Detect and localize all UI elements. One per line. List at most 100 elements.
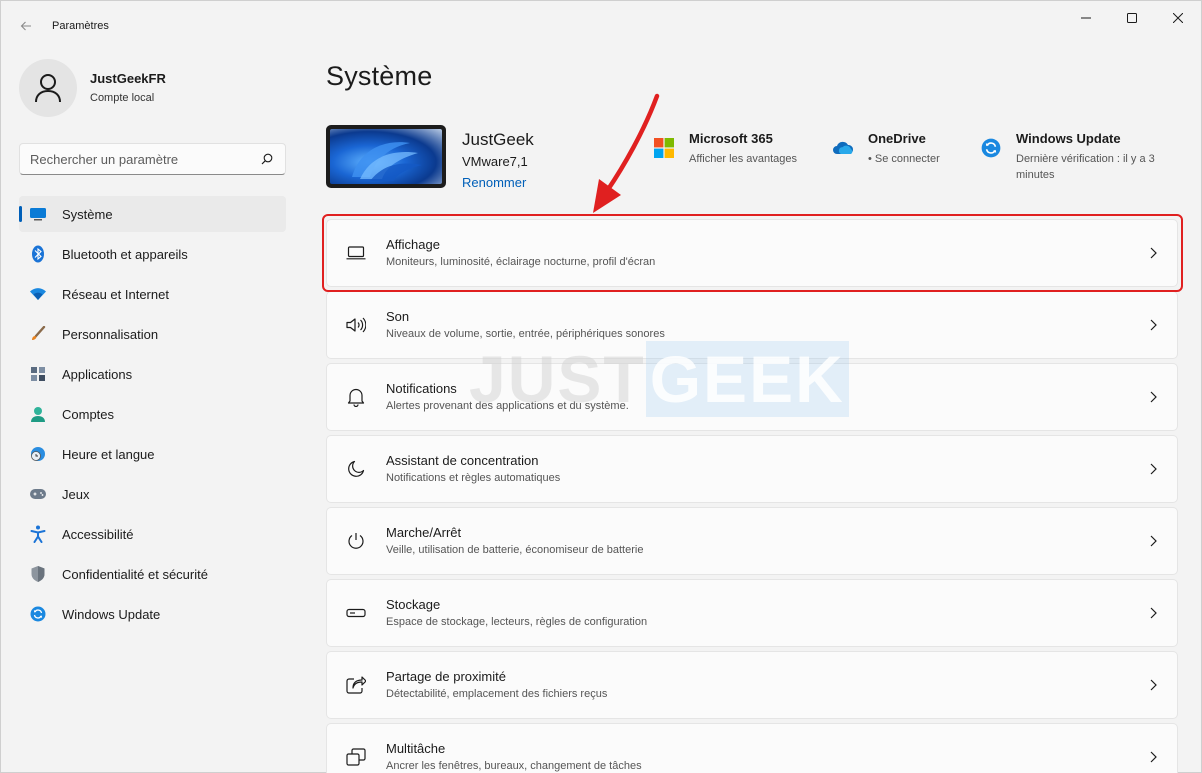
- settings-window: Paramètres JustGeekFR Compte local Reche…: [0, 0, 1202, 773]
- user-profile[interactable]: JustGeekFR Compte local: [19, 59, 166, 117]
- card-title: Partage de proximité: [386, 669, 506, 684]
- profile-name: JustGeekFR: [90, 71, 166, 86]
- card-subtitle: Notifications et règles automatiques: [386, 472, 561, 484]
- speaker-icon: [345, 314, 367, 336]
- sidebar-item-label: Confidentialité et sécurité: [62, 566, 208, 582]
- minimize-button[interactable]: [1063, 1, 1109, 35]
- sidebar-item-windows-update[interactable]: Windows Update: [19, 596, 286, 632]
- sidebar-item-bluetooth[interactable]: Bluetooth et appareils: [19, 236, 286, 272]
- device-summary: JustGeek VMware7,1 Renommer: [326, 125, 534, 192]
- quick-link-subtitle: • Se connecter: [868, 153, 940, 165]
- app-title: Paramètres: [52, 20, 109, 32]
- profile-text: JustGeekFR Compte local: [90, 70, 166, 106]
- search-input[interactable]: [30, 151, 259, 167]
- wallpaper-preview: [330, 129, 442, 184]
- quick-link-windows-update[interactable]: Windows Update Dernière vérification : i…: [979, 131, 1155, 183]
- chevron-right-icon: [1147, 606, 1159, 620]
- search-icon[interactable]: [259, 151, 275, 167]
- card-title: Stockage: [386, 597, 441, 612]
- back-button[interactable]: [13, 13, 39, 39]
- sidebar-item-label: Heure et langue: [62, 446, 155, 462]
- close-button[interactable]: [1155, 1, 1201, 35]
- device-name: JustGeek: [462, 130, 534, 149]
- card-subtitle: Espace de stockage, lecteurs, règles de …: [386, 616, 648, 628]
- storage-drive-icon: [345, 602, 367, 624]
- minimize-icon: [1081, 17, 1091, 19]
- sidebar-item-systeme[interactable]: Système: [19, 196, 286, 232]
- setting-card-stockage[interactable]: Stockage Espace de stockage, lecteurs, r…: [326, 579, 1178, 647]
- chevron-right-icon: [1147, 678, 1159, 692]
- update-icon: [979, 136, 1003, 160]
- card-subtitle: Ancrer les fenêtres, bureaux, changement…: [386, 760, 642, 772]
- setting-card-son[interactable]: Son Niveaux de volume, sortie, entrée, p…: [326, 291, 1178, 359]
- sidebar-item-label: Applications: [62, 366, 133, 382]
- multitask-icon: [345, 746, 367, 768]
- settings-list: Affichage Moniteurs, luminosité, éclaira…: [326, 219, 1178, 773]
- chevron-right-icon: [1147, 750, 1159, 764]
- sidebar-item-personnalisation[interactable]: Personnalisation: [19, 316, 286, 352]
- setting-card-affichage[interactable]: Affichage Moniteurs, luminosité, éclaira…: [326, 219, 1178, 287]
- sidebar-item-jeux[interactable]: Jeux: [19, 476, 286, 512]
- sidebar-item-label: Bluetooth et appareils: [62, 246, 188, 262]
- sidebar-item-confidentialite[interactable]: Confidentialité et sécurité: [19, 556, 286, 592]
- sidebar-item-label: Windows Update: [62, 606, 161, 622]
- close-icon: [1173, 13, 1183, 23]
- profile-account-type: Compte local: [90, 92, 155, 104]
- quick-link-subtitle-line: Dernière vérification : il y a 3: [1016, 153, 1155, 165]
- card-subtitle: Veille, utilisation de batterie, économi…: [386, 544, 644, 556]
- avatar: [19, 59, 77, 117]
- card-title: Affichage: [386, 237, 440, 252]
- chevron-right-icon: [1147, 534, 1159, 548]
- quick-link-subtitle: Dernière vérification : il y a 3 minutes: [1016, 151, 1155, 183]
- page-title: Système: [326, 61, 433, 91]
- share-icon: [345, 674, 367, 696]
- setting-card-marche-arret[interactable]: Marche/Arrêt Veille, utilisation de batt…: [326, 507, 1178, 575]
- sidebar-item-accessibilite[interactable]: Accessibilité: [19, 516, 286, 552]
- sidebar-item-comptes[interactable]: Comptes: [19, 396, 286, 432]
- maximize-button[interactable]: [1109, 1, 1155, 35]
- display-icon: [345, 242, 367, 264]
- sidebar-item-applications[interactable]: Applications: [19, 356, 286, 392]
- sidebar-item-reseau[interactable]: Réseau et Internet: [19, 276, 286, 312]
- card-title: Notifications: [386, 381, 457, 396]
- search-box[interactable]: [19, 143, 286, 175]
- card-title: Son: [386, 309, 410, 324]
- sidebar-nav: Système Bluetooth et appareils Réseau et…: [19, 196, 286, 636]
- update-icon: [29, 605, 47, 623]
- sidebar-item-label: Système: [62, 206, 113, 222]
- setting-card-multitache[interactable]: Multitâche Ancrer les fenêtres, bureaux,…: [326, 723, 1178, 773]
- setting-card-concentration[interactable]: Assistant de concentration Notifications…: [326, 435, 1178, 503]
- card-title: Assistant de concentration: [386, 453, 539, 468]
- setting-card-notifications[interactable]: Notifications Alertes provenant des appl…: [326, 363, 1178, 431]
- rename-link[interactable]: Renommer: [462, 174, 526, 192]
- person-icon: [29, 405, 47, 423]
- quick-link-subtitle-line: minutes: [1016, 169, 1055, 181]
- sidebar-item-label: Personnalisation: [62, 326, 159, 342]
- card-subtitle: Moniteurs, luminosité, éclairage nocturn…: [386, 256, 656, 268]
- sidebar-item-label: Jeux: [62, 486, 90, 502]
- sidebar-item-label: Réseau et Internet: [62, 286, 169, 302]
- quick-link-title: Microsoft 365: [689, 131, 773, 146]
- title-bar: Paramètres: [1, 1, 1201, 51]
- chevron-right-icon: [1147, 246, 1159, 260]
- monitor-icon: [29, 205, 47, 223]
- bluetooth-icon: [29, 245, 47, 263]
- chevron-right-icon: [1147, 462, 1159, 476]
- card-title: Marche/Arrêt: [386, 525, 462, 540]
- card-subtitle: Détectabilité, emplacement des fichiers …: [386, 688, 608, 700]
- quick-link-onedrive[interactable]: OneDrive • Se connecter: [831, 131, 940, 167]
- annotation-arrow: [593, 93, 660, 213]
- wifi-icon: [29, 285, 47, 303]
- sidebar-item-label: Comptes: [62, 406, 115, 422]
- bell-icon: [345, 386, 367, 408]
- card-title: Multitâche: [386, 741, 446, 756]
- card-subtitle: Niveaux de volume, sortie, entrée, périp…: [386, 328, 665, 340]
- setting-card-partage-proximite[interactable]: Partage de proximité Détectabilité, empl…: [326, 651, 1178, 719]
- back-arrow-icon: [20, 21, 31, 31]
- quick-link-microsoft-365[interactable]: Microsoft 365 Afficher les avantages: [652, 131, 797, 167]
- power-icon: [345, 530, 367, 552]
- device-thumbnail: [326, 125, 446, 188]
- person-icon: [35, 74, 61, 103]
- sidebar-item-heure-langue[interactable]: Heure et langue: [19, 436, 286, 472]
- gamepad-icon: [29, 485, 47, 503]
